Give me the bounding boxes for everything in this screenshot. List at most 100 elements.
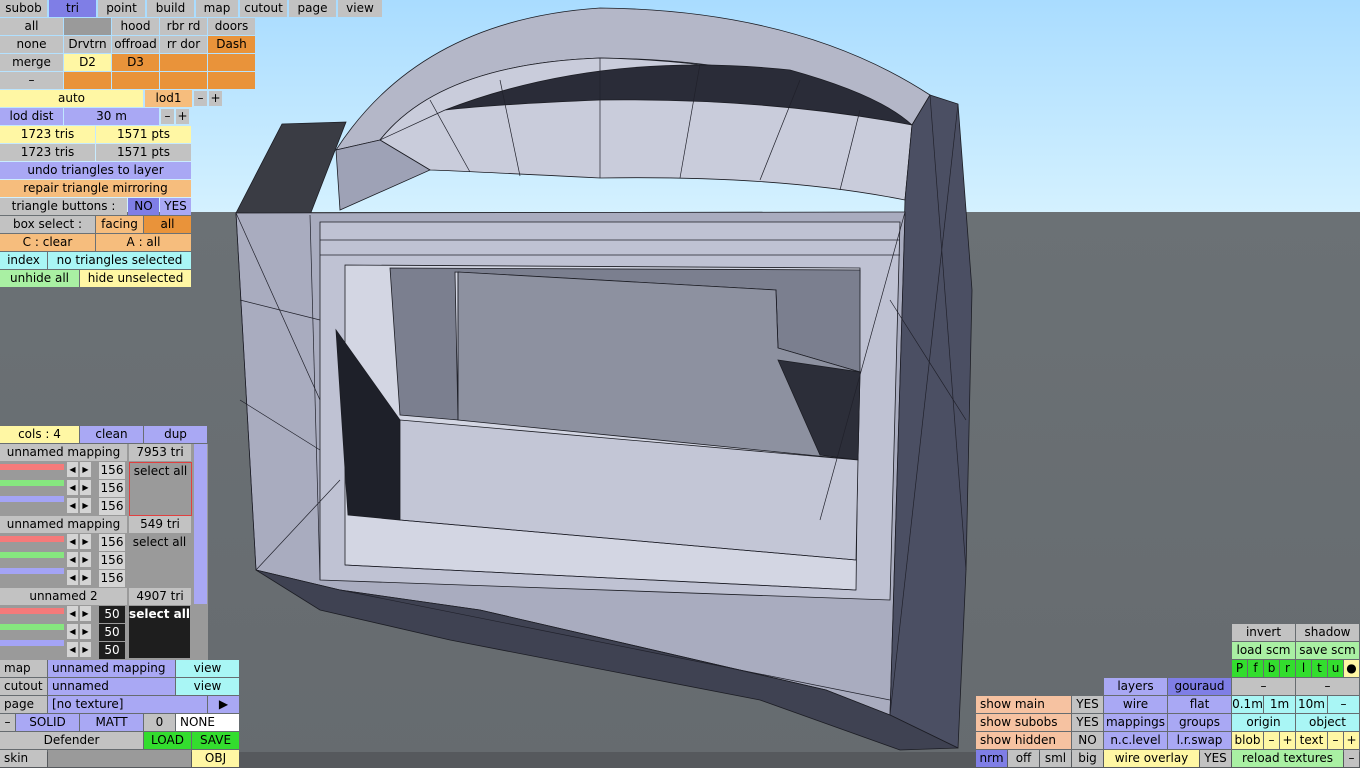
tab-tri[interactable]: tri [49, 0, 96, 17]
subob-none[interactable]: none [0, 36, 63, 53]
view-u-button[interactable]: u [1328, 660, 1343, 677]
subob-minus[interactable]: – [0, 72, 63, 89]
dist-plus-button[interactable]: + [176, 109, 189, 124]
show-subobs-toggle[interactable]: YES [1072, 714, 1103, 731]
arrow-right-icon[interactable]: ▶ [80, 534, 91, 549]
arrow-left-icon[interactable]: ◀ [67, 552, 78, 567]
object-button[interactable]: object [1296, 714, 1359, 731]
show-hidden-label[interactable]: show hidden [976, 732, 1071, 749]
box-select-facing[interactable]: facing [96, 216, 143, 233]
dash-button[interactable]: – [1296, 678, 1359, 695]
reload-minus-button[interactable]: – [1344, 750, 1359, 767]
mapping-name[interactable]: unnamed mapping [0, 516, 127, 533]
red-slider[interactable] [0, 608, 64, 614]
arrow-left-icon[interactable]: ◀ [67, 642, 78, 657]
dup-button[interactable]: dup [144, 426, 207, 443]
cutout-view-button[interactable]: view [176, 678, 239, 695]
subob-drvtrn[interactable]: Drvtrn [64, 36, 111, 53]
show-main-label[interactable]: show main [976, 696, 1071, 713]
reload-textures-button[interactable]: reload textures [1232, 750, 1343, 767]
subob-slot[interactable] [112, 72, 159, 89]
invert-button[interactable]: invert [1232, 624, 1295, 641]
view-f-button[interactable]: f [1248, 660, 1263, 677]
map-select[interactable]: unnamed mapping [48, 660, 175, 677]
big-button[interactable]: big [1072, 750, 1103, 767]
red-slider[interactable] [0, 464, 64, 470]
arrow-right-icon[interactable]: ▶ [80, 570, 91, 585]
repair-mirroring-button[interactable]: repair triangle mirroring [0, 180, 191, 197]
load-button[interactable]: LOAD [144, 732, 191, 749]
show-main-toggle[interactable]: YES [1072, 696, 1103, 713]
layers-button[interactable]: layers [1104, 678, 1167, 695]
subob-dash[interactable]: Dash [208, 36, 255, 53]
solid-minus-button[interactable]: – [0, 714, 15, 731]
view-r-button[interactable]: r [1280, 660, 1295, 677]
save-button[interactable]: SAVE [192, 732, 239, 749]
blob-plus-button[interactable]: + [1280, 732, 1295, 749]
tab-page[interactable]: page [289, 0, 336, 17]
cutout-select[interactable]: unnamed [48, 678, 175, 695]
triangle-buttons-no[interactable]: NO [128, 198, 159, 215]
groups-button[interactable]: groups [1168, 714, 1231, 731]
select-all-mapping-button[interactable]: select all [129, 462, 192, 516]
nrm-button[interactable]: nrm [976, 750, 1007, 767]
subob-slot[interactable] [160, 54, 207, 71]
save-scm-button[interactable]: save scm [1296, 642, 1359, 659]
show-hidden-toggle[interactable]: NO [1072, 732, 1103, 749]
blob-minus-button[interactable]: – [1264, 732, 1279, 749]
lod-minus-button[interactable]: – [194, 91, 207, 106]
subob-rr-dor[interactable]: rr dor [160, 36, 207, 53]
clear-selection-button[interactable]: C : clear [0, 234, 95, 251]
view-l-button[interactable]: l [1296, 660, 1311, 677]
view-b-button[interactable]: b [1264, 660, 1279, 677]
subob-all[interactable]: all [0, 18, 63, 35]
nc-level-button[interactable]: n.c.level [1104, 732, 1167, 749]
blue-slider[interactable] [0, 568, 64, 574]
index-button[interactable]: index [0, 252, 47, 269]
zero-button[interactable]: 0 [144, 714, 175, 731]
select-all-mapping-button[interactable]: select all [129, 606, 190, 658]
subob-hood[interactable]: hood [112, 18, 159, 35]
subob-slot[interactable] [208, 72, 255, 89]
undo-triangles-button[interactable]: undo triangles to layer [0, 162, 191, 179]
dash-button[interactable]: – [1232, 678, 1295, 695]
view-p-button[interactable]: P [1232, 660, 1247, 677]
subob-doors[interactable]: doors [208, 18, 255, 35]
green-slider[interactable] [0, 624, 64, 630]
subob-slot[interactable] [64, 72, 111, 89]
dist-minus-button[interactable]: – [161, 109, 174, 124]
tab-build[interactable]: build [147, 0, 194, 17]
lod-plus-button[interactable]: + [209, 91, 222, 106]
green-slider[interactable] [0, 480, 64, 486]
arrow-right-icon[interactable]: ▶ [80, 606, 91, 621]
grid-0-1m-button[interactable]: 0.1m [1232, 696, 1263, 713]
tab-map[interactable]: map [196, 0, 238, 17]
subob-rbr-rd[interactable]: rbr rd [160, 18, 207, 35]
arrow-left-icon[interactable]: ◀ [67, 480, 78, 495]
unhide-all-button[interactable]: unhide all [0, 270, 79, 287]
tab-view[interactable]: view [338, 0, 382, 17]
tab-subob[interactable]: subob [0, 0, 47, 17]
text-minus-button[interactable]: – [1328, 732, 1343, 749]
tab-cutout[interactable]: cutout [240, 0, 287, 17]
arrow-right-icon[interactable]: ▶ [80, 498, 91, 513]
tab-point[interactable]: point [98, 0, 145, 17]
none-field[interactable]: NONE [176, 714, 239, 731]
shadow-button[interactable]: shadow [1296, 624, 1359, 641]
sml-button[interactable]: sml [1040, 750, 1071, 767]
arrow-right-icon[interactable]: ▶ [80, 624, 91, 639]
blue-slider[interactable] [0, 640, 64, 646]
merge-button[interactable]: merge [0, 54, 63, 71]
flat-button[interactable]: flat [1168, 696, 1231, 713]
page-select[interactable]: [no texture] [48, 696, 207, 713]
arrow-right-icon[interactable]: ▶ [80, 480, 91, 495]
subob-offroad[interactable]: offroad [112, 36, 159, 53]
subob-d3[interactable]: D3 [112, 54, 159, 71]
map-view-button[interactable]: view [176, 660, 239, 677]
load-scm-button[interactable]: load scm [1232, 642, 1295, 659]
lod-select[interactable]: lod1 [145, 90, 192, 107]
triangle-buttons-yes[interactable]: YES [160, 198, 191, 215]
wire-overlay-toggle[interactable]: YES [1200, 750, 1231, 767]
grid-minus-button[interactable]: – [1328, 696, 1359, 713]
arrow-right-icon[interactable]: ▶ [80, 642, 91, 657]
